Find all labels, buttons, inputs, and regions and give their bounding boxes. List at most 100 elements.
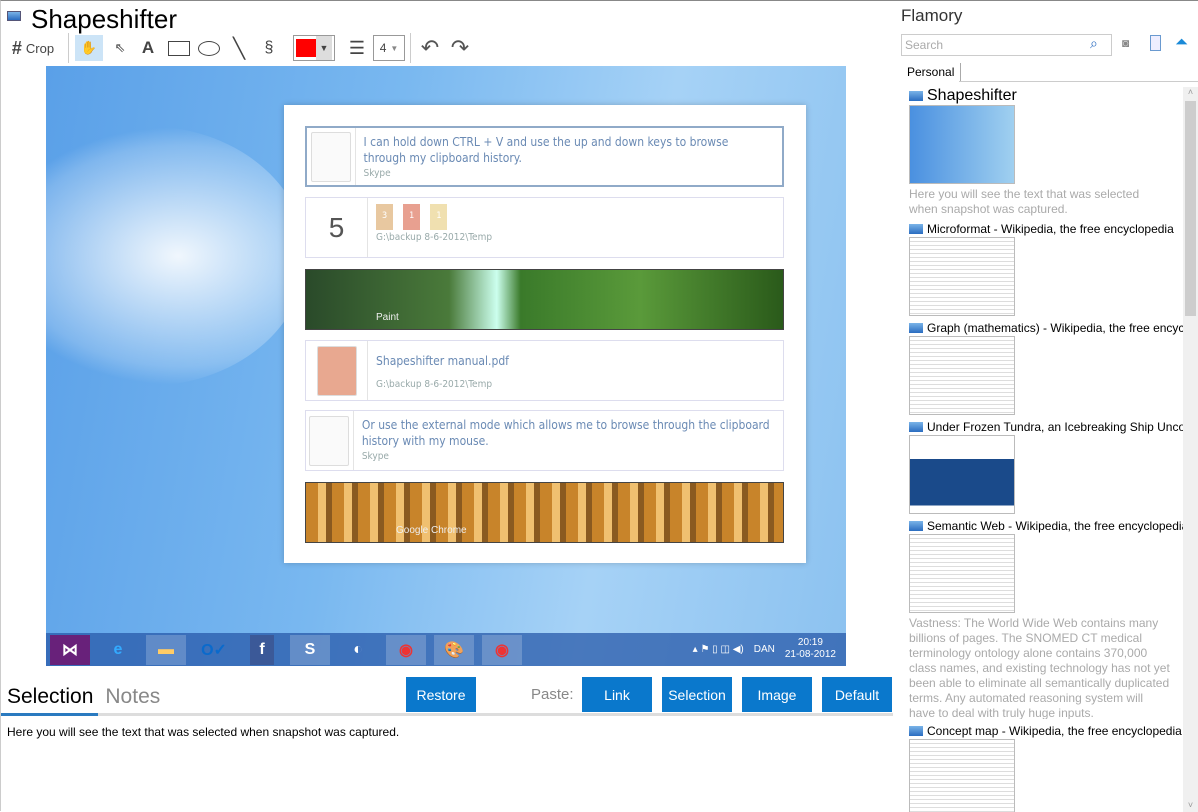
clip-text: Or use the external mode which allows me… (361, 418, 770, 448)
tab-selection[interactable]: Selection (7, 685, 93, 709)
entry-thumbnail (909, 336, 1015, 415)
file-badge: 1 (403, 204, 421, 230)
tab-divider (1, 713, 893, 716)
entry-description: Vastness: The World Wide Web contains ma… (909, 616, 1170, 719)
paste-default-button[interactable]: Default (822, 677, 892, 712)
line-width-select[interactable]: 4 ▼ (373, 35, 405, 61)
crop-icon: # (11, 37, 22, 58)
app-icon (909, 323, 923, 333)
clip-item[interactable]: 5 3 1 1 G:\backup 8-6-2012\Temp (305, 197, 784, 258)
clip-source: Google Chrome (396, 525, 467, 536)
collapse-top-icon[interactable]: ⏶ (1175, 34, 1188, 52)
clip-source: G:\backup 8-6-2012\Temp (376, 232, 493, 243)
crop-label: Crop (25, 40, 55, 56)
list-item[interactable]: Microformat - Wikipedia, the free encycl… (909, 221, 1183, 316)
entry-title: Semantic Web - Wikipedia, the free encyc… (927, 519, 1183, 533)
note-thumb (307, 128, 356, 185)
snapshot-canvas[interactable]: I can hold down CTRL + V and use the up … (46, 66, 846, 666)
clip-item-image[interactable]: Paint (305, 269, 784, 330)
search-input[interactable]: Search (901, 34, 1112, 56)
list-item[interactable]: Semantic Web - Wikipedia, the free encyc… (909, 518, 1183, 719)
clip-source: Skype (363, 168, 391, 179)
clip-text: Shapeshifter manual.pdf (376, 354, 509, 368)
divider (68, 33, 69, 63)
skype-icon[interactable]: S (290, 634, 330, 665)
clip-source: G:\backup 8-6-2012\Temp (376, 379, 493, 390)
snapshot-list: Shapeshifter Here you will see the text … (909, 87, 1183, 812)
list-item[interactable]: Graph (mathematics) - Wikipedia, the fre… (909, 320, 1183, 415)
entry-title: Microformat - Wikipedia, the free encycl… (927, 222, 1174, 236)
list-item[interactable]: Concept map - Wikipedia, the free encycl… (909, 723, 1183, 812)
text-icon[interactable]: A (137, 35, 159, 61)
clip-item[interactable]: I can hold down CTRL + V and use the up … (305, 126, 784, 187)
tab-notes[interactable]: Notes (105, 685, 160, 709)
scrollbar-thumb[interactable] (1185, 101, 1196, 316)
clip-item[interactable]: Or use the external mode which allows me… (305, 410, 784, 471)
document-icon[interactable] (1150, 35, 1161, 51)
clip-source: Skype (361, 451, 389, 462)
undo-icon[interactable]: ↶ (417, 35, 443, 61)
note-icon (309, 415, 350, 466)
entry-thumbnail (909, 739, 1015, 812)
taskbar: ⋈ e ▬ O✓ f S ◐ ◉ 🎨 ◉ ▴ ⚑ ▯ ◫ ◀) DAN 20:1… (46, 633, 846, 666)
app-icon (909, 422, 923, 432)
paste-label: Paste: (531, 686, 574, 703)
paste-link-button[interactable]: Link (582, 677, 652, 712)
entry-title: Graph (mathematics) - Wikipedia, the fre… (927, 321, 1183, 335)
editor-panel: Shapeshifter # Crop ✋ ⇖ A ╲ § ▼ ☰ 4 ▼ ↶ ↷ … (0, 0, 895, 811)
clock[interactable]: 20:19 21-08-2012 (785, 637, 836, 661)
flamory-panel: Flamory Search ⌕ ◙ ⏶ Personal Shapeshift… (895, 0, 1198, 812)
rectangle-icon[interactable] (166, 35, 192, 61)
entry-thumbnail (909, 237, 1015, 316)
visual-studio-icon[interactable]: ⋈ (50, 634, 90, 665)
pointer-icon[interactable]: ⇖ (107, 35, 133, 61)
tab-personal[interactable]: Personal (901, 63, 962, 82)
pdf-thumb (306, 341, 368, 400)
scroll-down-icon[interactable]: ˅ (1183, 800, 1198, 810)
chrome-icon[interactable]: ◉ (482, 634, 522, 665)
line-width-icon: ☰ (348, 37, 366, 58)
paste-image-button[interactable]: Image (742, 677, 812, 712)
line-icon[interactable]: ╲ (227, 35, 251, 61)
color-picker[interactable]: ▼ (293, 35, 335, 61)
ellipse-icon[interactable] (196, 35, 222, 61)
clip-source: Paint (376, 312, 399, 323)
app-icon (909, 224, 923, 234)
entry-description: Here you will see the text that was sele… (909, 187, 1140, 216)
pdf-icon (316, 345, 357, 396)
flamory-title: Flamory (901, 6, 963, 25)
facebook-icon[interactable]: f (250, 634, 274, 665)
language-indicator[interactable]: DAN (754, 644, 775, 655)
app-icon (909, 726, 923, 736)
clock-time: 20:19 (797, 637, 823, 648)
crop-button[interactable]: # Crop (7, 35, 59, 61)
app-icon (909, 91, 923, 101)
app-icon[interactable]: ◐ (338, 635, 378, 665)
scroll-up-icon[interactable]: ˄ (1183, 87, 1198, 97)
clock-date: 21-08-2012 (784, 649, 836, 660)
tray-icons[interactable]: ▴ ⚑ ▯ ◫ ◀) (693, 644, 744, 655)
clip-item-image[interactable]: Google Chrome (305, 482, 784, 543)
paste-selection-button[interactable]: Selection (662, 677, 732, 712)
redo-icon[interactable]: ↷ (447, 35, 473, 61)
explorer-icon[interactable]: ▬ (146, 634, 186, 665)
list-item[interactable]: Under Frozen Tundra, an Icebreaking Ship… (909, 419, 1183, 514)
paint-icon[interactable]: 🎨 (434, 634, 474, 665)
clipboard-history-window: I can hold down CTRL + V and use the up … (284, 105, 806, 563)
color-swatch (296, 39, 316, 57)
list-item[interactable]: Shapeshifter Here you will see the text … (909, 87, 1183, 217)
camera-icon[interactable]: ◙ (1122, 36, 1129, 50)
search-icon[interactable]: ⌕ (1090, 35, 1098, 52)
freehand-icon[interactable]: § (257, 35, 281, 61)
entry-title: Concept map - Wikipedia, the free encycl… (927, 724, 1182, 738)
internet-explorer-icon[interactable]: e (98, 635, 138, 665)
restore-button[interactable]: Restore (406, 677, 476, 712)
hand-icon[interactable]: ✋ (75, 35, 103, 61)
entry-thumbnail (909, 435, 1015, 514)
divider (410, 33, 411, 63)
clip-item[interactable]: Shapeshifter manual.pdf G:\backup 8-6-201… (305, 340, 784, 401)
outlook-icon[interactable]: O✓ (194, 635, 234, 665)
selection-text[interactable]: Here you will see the text that was sele… (7, 725, 399, 739)
chevron-down-icon: ▼ (316, 36, 332, 60)
chrome-icon[interactable]: ◉ (386, 634, 426, 665)
